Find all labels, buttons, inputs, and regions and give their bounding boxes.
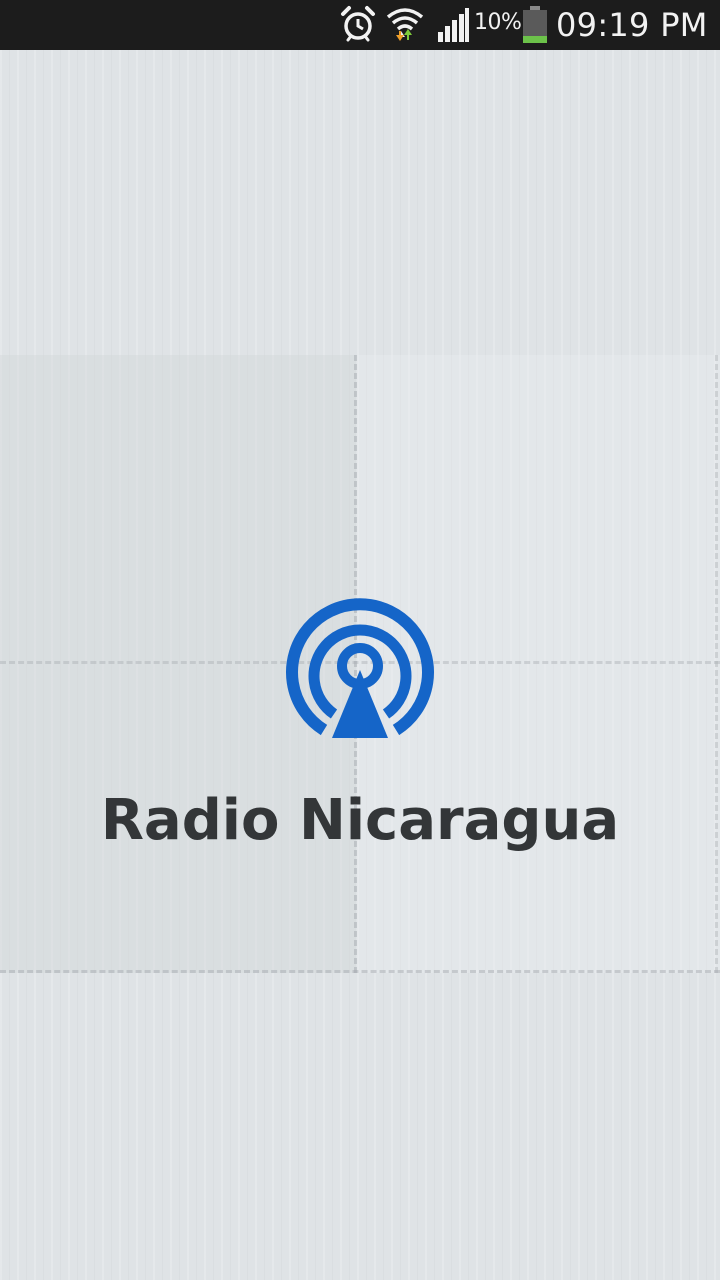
alarm-icon (341, 6, 375, 42)
status-bar: 10% 09:19 PM (0, 0, 720, 50)
clock: 09:19 PM (556, 6, 708, 44)
battery-percent: 10% (474, 10, 522, 35)
battery-icon (523, 6, 547, 43)
app-title: Radio Nicaragua (100, 788, 620, 853)
divider-vertical-right (715, 355, 718, 973)
radio-broadcast-icon (286, 598, 434, 738)
divider-horizontal-bottom (0, 970, 720, 973)
wifi-icon (386, 8, 424, 41)
signal-icon (438, 8, 469, 42)
